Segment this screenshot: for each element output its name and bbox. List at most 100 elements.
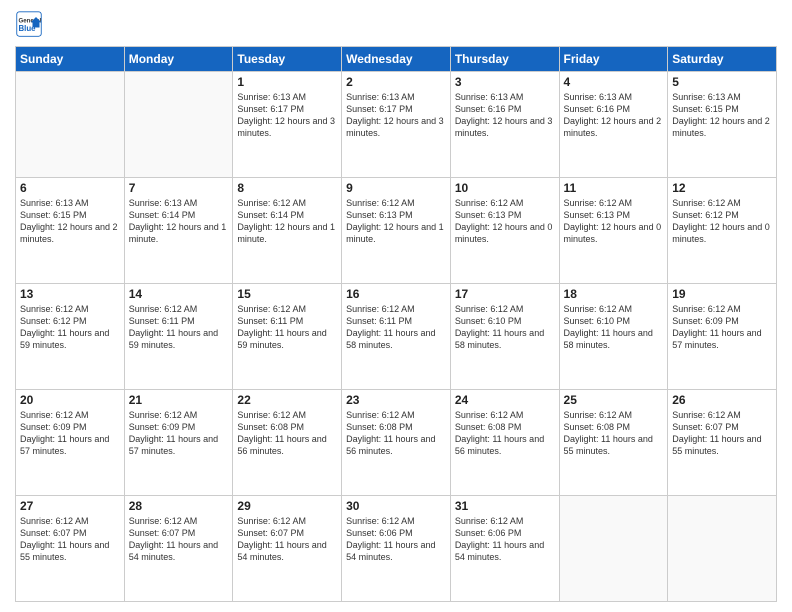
calendar-cell — [668, 496, 777, 602]
day-number: 27 — [20, 499, 120, 513]
calendar-cell: 17Sunrise: 6:12 AM Sunset: 6:10 PM Dayli… — [450, 284, 559, 390]
day-header-monday: Monday — [124, 47, 233, 72]
day-info: Sunrise: 6:12 AM Sunset: 6:13 PM Dayligh… — [564, 197, 664, 246]
day-info: Sunrise: 6:12 AM Sunset: 6:08 PM Dayligh… — [237, 409, 337, 458]
day-info: Sunrise: 6:12 AM Sunset: 6:06 PM Dayligh… — [455, 515, 555, 564]
day-number: 21 — [129, 393, 229, 407]
day-info: Sunrise: 6:12 AM Sunset: 6:09 PM Dayligh… — [672, 303, 772, 352]
day-info: Sunrise: 6:12 AM Sunset: 6:07 PM Dayligh… — [129, 515, 229, 564]
calendar-cell: 31Sunrise: 6:12 AM Sunset: 6:06 PM Dayli… — [450, 496, 559, 602]
day-number: 9 — [346, 181, 446, 195]
day-info: Sunrise: 6:12 AM Sunset: 6:12 PM Dayligh… — [20, 303, 120, 352]
day-header-saturday: Saturday — [668, 47, 777, 72]
day-info: Sunrise: 6:13 AM Sunset: 6:17 PM Dayligh… — [237, 91, 337, 140]
day-number: 25 — [564, 393, 664, 407]
day-number: 28 — [129, 499, 229, 513]
day-number: 26 — [672, 393, 772, 407]
day-number: 5 — [672, 75, 772, 89]
day-header-sunday: Sunday — [16, 47, 125, 72]
day-number: 7 — [129, 181, 229, 195]
calendar-cell — [124, 72, 233, 178]
page: General Blue SundayMondayTuesdayWednesda… — [0, 0, 792, 612]
calendar-cell: 2 Sunrise: 6:13 AM Sunset: 6:17 PM Daylig… — [342, 72, 451, 178]
day-info: Sunrise: 6:12 AM Sunset: 6:08 PM Dayligh… — [346, 409, 446, 458]
calendar: SundayMondayTuesdayWednesdayThursdayFrid… — [15, 46, 777, 602]
calendar-week-2: 6Sunrise: 6:13 AM Sunset: 6:15 PM Daylig… — [16, 178, 777, 284]
calendar-cell: 9Sunrise: 6:12 AM Sunset: 6:13 PM Daylig… — [342, 178, 451, 284]
calendar-cell: 20 Sunrise: 6:12 AM Sunset: 6:09 PM Dayli… — [16, 390, 125, 496]
day-info: Sunrise: 6:12 AM Sunset: 6:13 PM Dayligh… — [455, 197, 555, 246]
day-number: 1 — [237, 75, 337, 89]
day-number: 20 — [20, 393, 120, 407]
day-info: Sunrise: 6:12 AM Sunset: 6:09 PM Dayligh… — [129, 409, 229, 458]
day-info: Sunrise: 6:13 AM Sunset: 6:16 PM Dayligh… — [564, 91, 664, 140]
day-info: Sunrise: 6:12 AM Sunset: 6:11 PM Dayligh… — [129, 303, 229, 352]
calendar-week-5: 27 Sunrise: 6:12 AM Sunset: 6:07 PM Dayli… — [16, 496, 777, 602]
day-number: 22 — [237, 393, 337, 407]
calendar-week-3: 13 Sunrise: 6:12 AM Sunset: 6:12 PM Dayli… — [16, 284, 777, 390]
day-number: 6 — [20, 181, 120, 195]
day-info: Sunrise: 6:13 AM Sunset: 6:15 PM Dayligh… — [672, 91, 772, 140]
calendar-cell: 12 Sunrise: 6:12 AM Sunset: 6:12 PM Dayli… — [668, 178, 777, 284]
calendar-cell: 29Sunrise: 6:12 AM Sunset: 6:07 PM Dayli… — [233, 496, 342, 602]
calendar-cell: 3 Sunrise: 6:13 AM Sunset: 6:16 PM Daylig… — [450, 72, 559, 178]
calendar-cell: 13 Sunrise: 6:12 AM Sunset: 6:12 PM Dayli… — [16, 284, 125, 390]
calendar-cell: 19 Sunrise: 6:12 AM Sunset: 6:09 PM Dayli… — [668, 284, 777, 390]
day-number: 14 — [129, 287, 229, 301]
day-info: Sunrise: 6:12 AM Sunset: 6:09 PM Dayligh… — [20, 409, 120, 458]
day-info: Sunrise: 6:12 AM Sunset: 6:08 PM Dayligh… — [564, 409, 664, 458]
day-info: Sunrise: 6:12 AM Sunset: 6:10 PM Dayligh… — [564, 303, 664, 352]
calendar-cell: 4Sunrise: 6:13 AM Sunset: 6:16 PM Daylig… — [559, 72, 668, 178]
logo: General Blue — [15, 10, 47, 38]
day-header-tuesday: Tuesday — [233, 47, 342, 72]
day-header-thursday: Thursday — [450, 47, 559, 72]
calendar-cell: 30 Sunrise: 6:12 AM Sunset: 6:06 PM Dayli… — [342, 496, 451, 602]
calendar-cell: 24 Sunrise: 6:12 AM Sunset: 6:08 PM Dayli… — [450, 390, 559, 496]
day-info: Sunrise: 6:13 AM Sunset: 6:16 PM Dayligh… — [455, 91, 555, 140]
calendar-cell — [16, 72, 125, 178]
day-number: 2 — [346, 75, 446, 89]
day-info: Sunrise: 6:12 AM Sunset: 6:10 PM Dayligh… — [455, 303, 555, 352]
day-info: Sunrise: 6:13 AM Sunset: 6:14 PM Dayligh… — [129, 197, 229, 246]
calendar-cell: 21 Sunrise: 6:12 AM Sunset: 6:09 PM Dayli… — [124, 390, 233, 496]
calendar-week-1: 1 Sunrise: 6:13 AM Sunset: 6:17 PM Daylig… — [16, 72, 777, 178]
day-number: 16 — [346, 287, 446, 301]
day-info: Sunrise: 6:12 AM Sunset: 6:14 PM Dayligh… — [237, 197, 337, 246]
calendar-cell: 5 Sunrise: 6:13 AM Sunset: 6:15 PM Daylig… — [668, 72, 777, 178]
day-number: 13 — [20, 287, 120, 301]
calendar-cell: 11Sunrise: 6:12 AM Sunset: 6:13 PM Dayli… — [559, 178, 668, 284]
calendar-cell: 25 Sunrise: 6:12 AM Sunset: 6:08 PM Dayli… — [559, 390, 668, 496]
day-header-friday: Friday — [559, 47, 668, 72]
day-header-wednesday: Wednesday — [342, 47, 451, 72]
day-info: Sunrise: 6:12 AM Sunset: 6:06 PM Dayligh… — [346, 515, 446, 564]
calendar-cell: 10Sunrise: 6:12 AM Sunset: 6:13 PM Dayli… — [450, 178, 559, 284]
day-number: 15 — [237, 287, 337, 301]
day-info: Sunrise: 6:12 AM Sunset: 6:11 PM Dayligh… — [346, 303, 446, 352]
day-info: Sunrise: 6:12 AM Sunset: 6:07 PM Dayligh… — [237, 515, 337, 564]
calendar-cell: 28 Sunrise: 6:12 AM Sunset: 6:07 PM Dayli… — [124, 496, 233, 602]
day-info: Sunrise: 6:13 AM Sunset: 6:17 PM Dayligh… — [346, 91, 446, 140]
day-info: Sunrise: 6:12 AM Sunset: 6:08 PM Dayligh… — [455, 409, 555, 458]
calendar-cell: 1 Sunrise: 6:13 AM Sunset: 6:17 PM Daylig… — [233, 72, 342, 178]
calendar-cell: 8 Sunrise: 6:12 AM Sunset: 6:14 PM Daylig… — [233, 178, 342, 284]
day-number: 8 — [237, 181, 337, 195]
calendar-cell: 7 Sunrise: 6:13 AM Sunset: 6:14 PM Daylig… — [124, 178, 233, 284]
calendar-body: 1 Sunrise: 6:13 AM Sunset: 6:17 PM Daylig… — [16, 72, 777, 602]
day-number: 19 — [672, 287, 772, 301]
header-row: SundayMondayTuesdayWednesdayThursdayFrid… — [16, 47, 777, 72]
calendar-cell: 22 Sunrise: 6:12 AM Sunset: 6:08 PM Dayli… — [233, 390, 342, 496]
calendar-cell: 6Sunrise: 6:13 AM Sunset: 6:15 PM Daylig… — [16, 178, 125, 284]
header: General Blue — [15, 10, 777, 38]
calendar-cell — [559, 496, 668, 602]
day-number: 3 — [455, 75, 555, 89]
calendar-cell: 18 Sunrise: 6:12 AM Sunset: 6:10 PM Dayli… — [559, 284, 668, 390]
day-number: 12 — [672, 181, 772, 195]
calendar-cell: 16 Sunrise: 6:12 AM Sunset: 6:11 PM Dayli… — [342, 284, 451, 390]
day-number: 24 — [455, 393, 555, 407]
calendar-cell: 23Sunrise: 6:12 AM Sunset: 6:08 PM Dayli… — [342, 390, 451, 496]
calendar-cell: 15Sunrise: 6:12 AM Sunset: 6:11 PM Dayli… — [233, 284, 342, 390]
calendar-cell: 14 Sunrise: 6:12 AM Sunset: 6:11 PM Dayli… — [124, 284, 233, 390]
day-info: Sunrise: 6:12 AM Sunset: 6:12 PM Dayligh… — [672, 197, 772, 246]
day-number: 30 — [346, 499, 446, 513]
day-number: 18 — [564, 287, 664, 301]
